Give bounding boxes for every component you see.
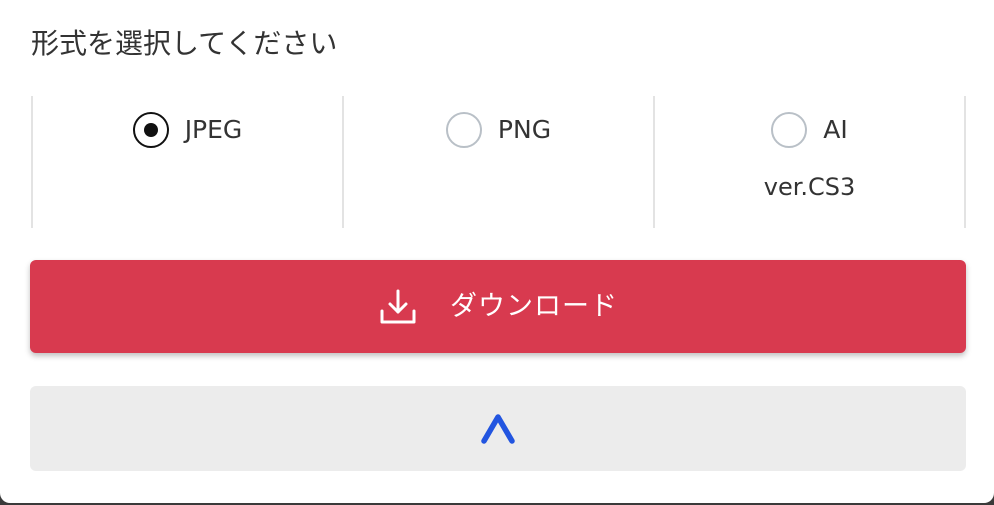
download-button[interactable]: ダウンロード bbox=[30, 260, 966, 353]
format-options: JPEG PNG AI ver.CS3 bbox=[31, 96, 966, 228]
format-version-ai: ver.CS3 bbox=[763, 173, 856, 201]
option-row: JPEG bbox=[33, 112, 342, 148]
format-label-jpeg: JPEG bbox=[184, 115, 243, 144]
format-option-png[interactable]: PNG bbox=[344, 96, 653, 228]
format-select-panel: 形式を選択してください JPEG PNG AI ver.CS3 ダウンロード bbox=[0, 0, 994, 503]
download-icon bbox=[380, 289, 416, 323]
collapse-button[interactable] bbox=[30, 386, 966, 471]
option-row: PNG bbox=[344, 112, 653, 148]
panel-title: 形式を選択してください bbox=[31, 27, 338, 60]
radio-jpeg[interactable] bbox=[132, 112, 169, 148]
format-label-png: PNG bbox=[497, 115, 552, 144]
radio-ai[interactable] bbox=[771, 112, 808, 148]
download-label: ダウンロード bbox=[450, 290, 618, 322]
divider bbox=[964, 96, 966, 228]
format-option-jpeg[interactable]: JPEG bbox=[33, 96, 342, 228]
option-row: AI bbox=[655, 112, 964, 148]
radio-png[interactable] bbox=[445, 112, 482, 148]
format-label-ai: AI bbox=[823, 115, 848, 144]
chevron-up-icon bbox=[481, 413, 515, 444]
format-option-ai[interactable]: AI ver.CS3 bbox=[655, 96, 964, 228]
